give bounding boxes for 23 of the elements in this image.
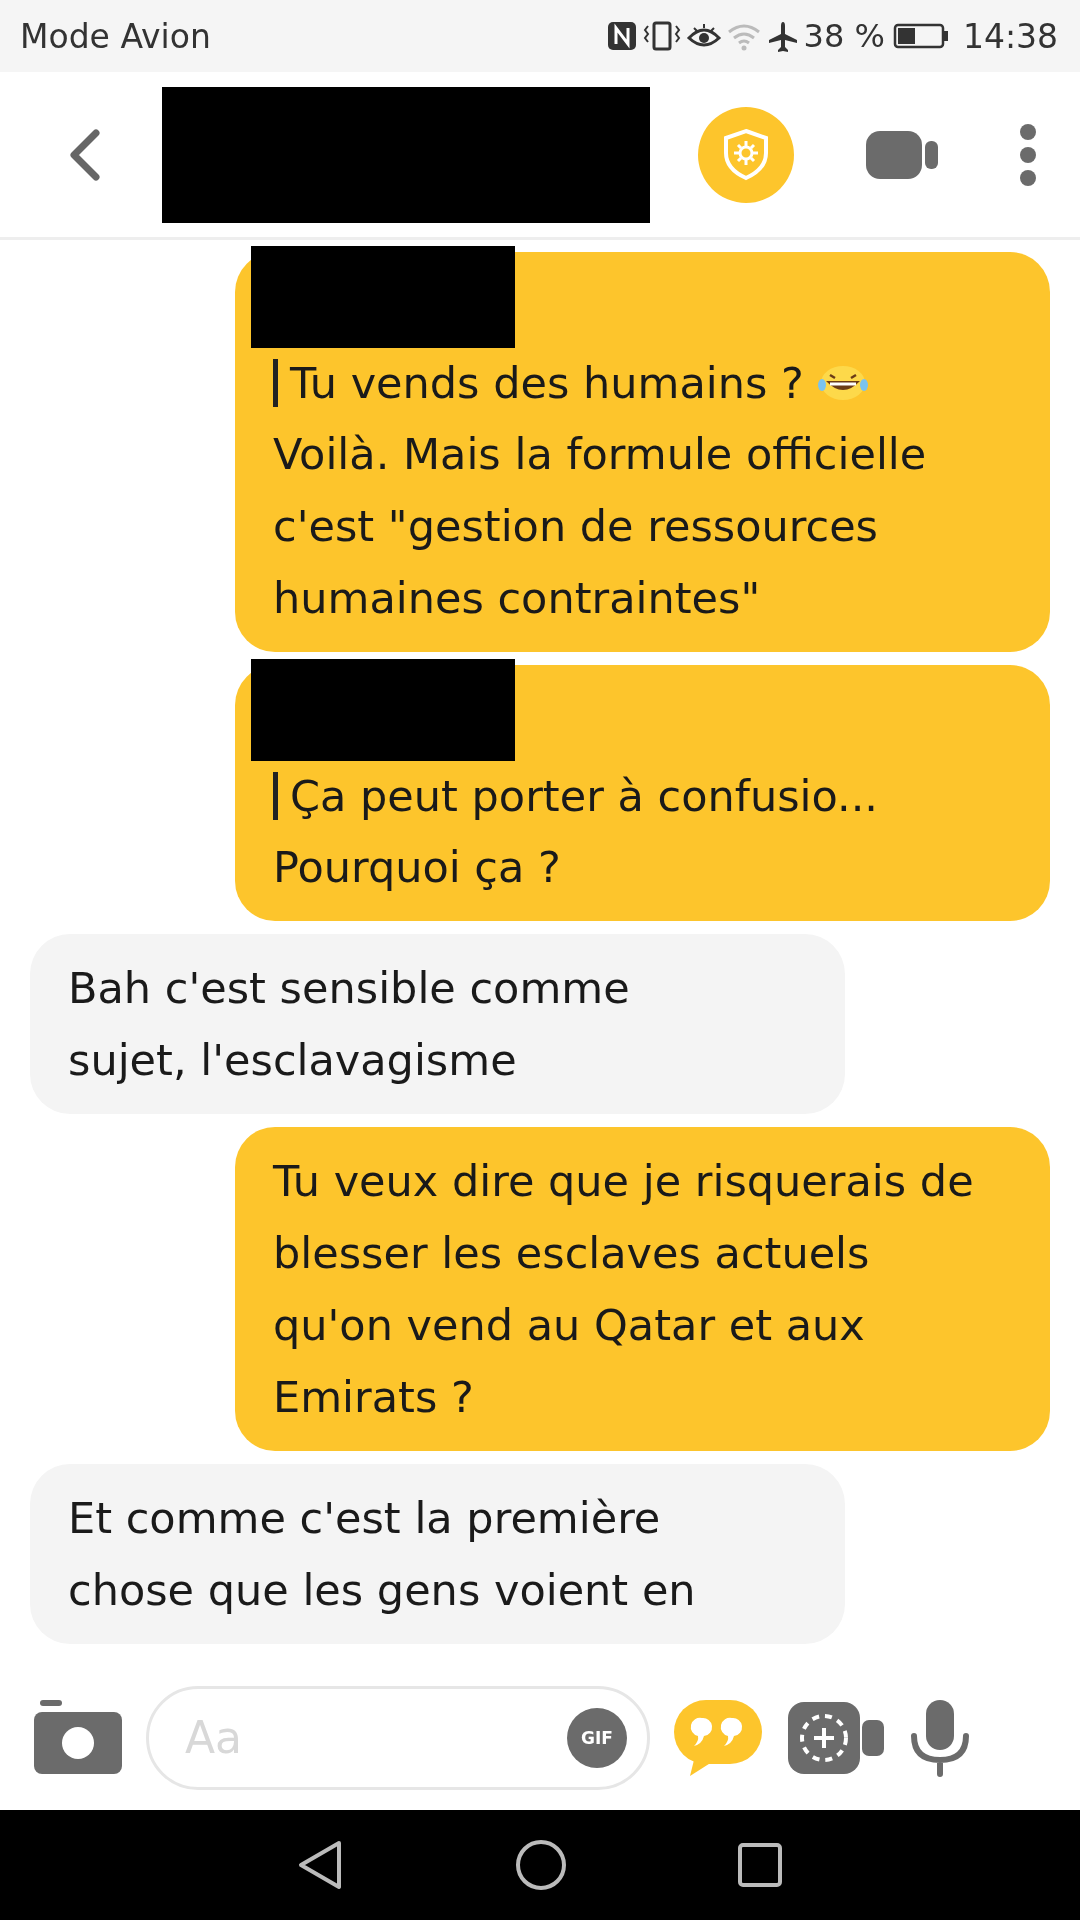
message-text: Voilà. Mais la formule officielle c'est "gestion de ressources humaines contraintes" — [273, 428, 928, 625]
message-text: Et comme c'est la première chose que les gens voient en — [68, 1492, 697, 1617]
microphone-icon[interactable] — [908, 1697, 972, 1778]
video-camera-icon[interactable] — [864, 128, 940, 181]
quote-bar — [273, 772, 278, 820]
vibrate-icon — [641, 20, 682, 52]
video-add-icon[interactable] — [786, 1699, 886, 1776]
clock-text: 14:38 — [962, 16, 1058, 56]
camera-icon[interactable] — [32, 1699, 124, 1776]
carrier-text: Mode Avion — [20, 16, 211, 56]
home-icon[interactable] — [515, 1839, 567, 1891]
more-options-icon[interactable] — [1018, 122, 1038, 187]
gif-button[interactable]: GIF — [567, 1707, 627, 1768]
quoted-message: Ça peut porter à confusio... — [290, 771, 879, 821]
quote-bar — [273, 359, 278, 407]
message-text: Pourquoi ça ? — [273, 841, 562, 894]
quoted-message: Tu vends des humains ? — [290, 358, 804, 408]
nfc-icon — [605, 20, 638, 52]
battery-icon — [892, 23, 949, 49]
message-text: Bah c'est sensible comme sujet, l'esclavagisme — [68, 962, 631, 1087]
recent-apps-icon[interactable] — [737, 1842, 783, 1888]
message-text: Tu veux dire que je risquerais de blesser les esclaves actuels qu'on vend au Qatar et aux Emirats ? — [273, 1155, 975, 1424]
battery-text: 38 % — [803, 17, 885, 55]
